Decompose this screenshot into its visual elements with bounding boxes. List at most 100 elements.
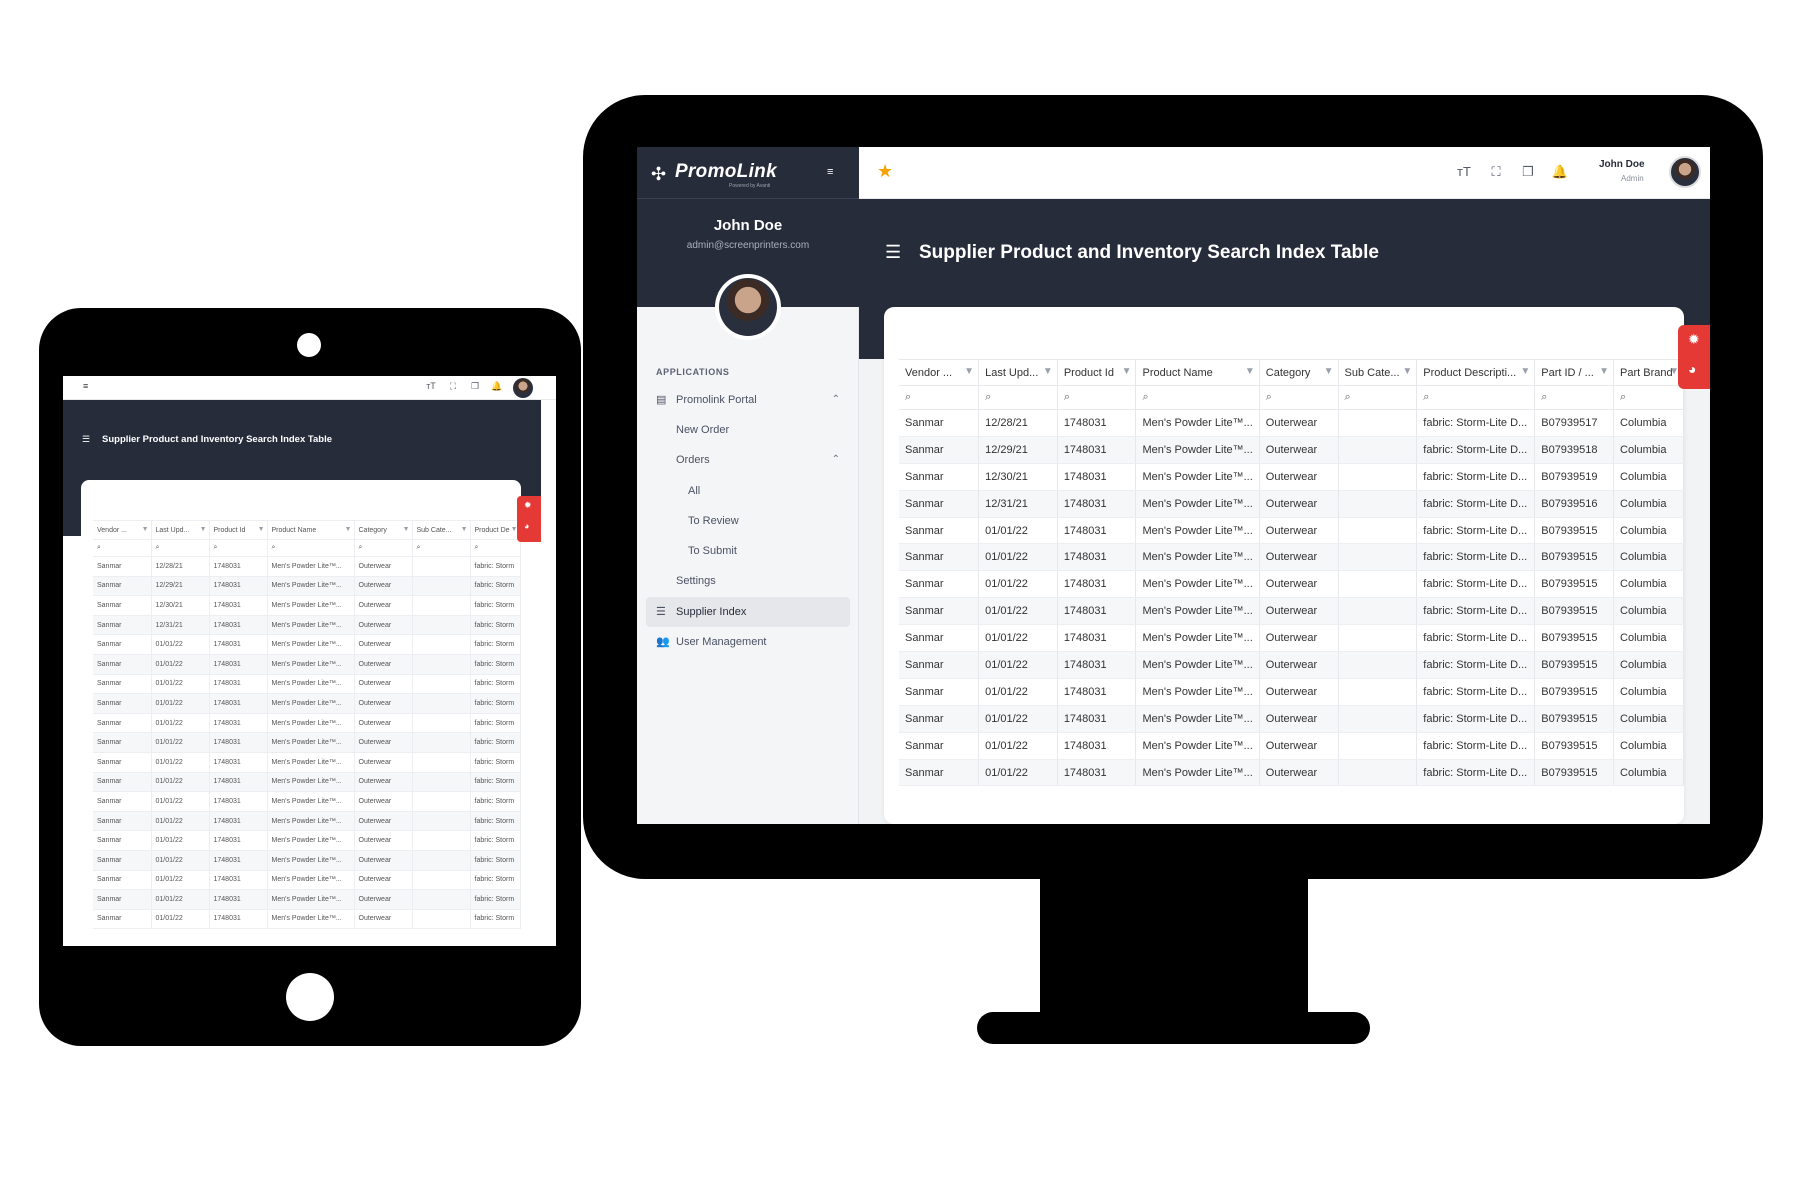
column-search-input[interactable]: ⌕ — [1259, 385, 1339, 410]
filter-icon[interactable]: ▼ — [1520, 366, 1530, 377]
column-header[interactable]: Category ▼ — [1259, 359, 1339, 386]
column-header[interactable]: Product Name ▼ — [267, 520, 355, 540]
column-header[interactable]: Sub Cate... ▼ — [412, 520, 471, 540]
table-row[interactable]: Sanmar 12/31/21 1748031 Men's Powder Lite™.… — [899, 490, 1684, 518]
filter-icon[interactable]: ▼ — [345, 526, 352, 533]
table-row[interactable]: Sanmar 01/01/22 1748031 Men's Powder Lite™.… — [899, 651, 1684, 679]
table-row[interactable]: Sanmar 01/01/22 1748031 Men's Powder Lite™.… — [93, 889, 521, 910]
table-row[interactable]: Sanmar 01/01/22 1748031 Men's Powder Lite™.… — [93, 791, 521, 812]
bookmarks-icon[interactable]: ❐ — [469, 381, 481, 392]
column-search-input[interactable]: ⌕ — [209, 539, 268, 557]
notifications-bell-icon[interactable]: 🔔 — [1551, 163, 1569, 181]
topbar-avatar[interactable] — [1669, 156, 1701, 188]
column-header[interactable]: Category ▼ — [354, 520, 413, 540]
table-row[interactable]: Sanmar 12/28/21 1748031 Men's Powder Lite™.… — [93, 556, 521, 577]
filter-icon[interactable]: ▼ — [258, 526, 265, 533]
sidebar-avatar[interactable] — [715, 274, 781, 340]
tablet-settings-side-tab[interactable]: ✹ ◕ — [517, 496, 541, 542]
sidebar-item-settings[interactable]: Settings — [646, 566, 850, 596]
table-row[interactable]: Sanmar 01/01/22 1748031 Men's Powder Lite™.… — [93, 654, 521, 675]
menu-icon[interactable]: ≡ — [83, 381, 88, 391]
table-row[interactable]: Sanmar 12/30/21 1748031 Men's Powder Lite™.… — [899, 463, 1684, 491]
filter-icon[interactable]: ▼ — [461, 526, 468, 533]
table-row[interactable]: Sanmar 01/01/22 1748031 Men's Powder Lite™.… — [93, 693, 521, 714]
table-row[interactable]: Sanmar 12/31/21 1748031 Men's Powder Lite™.… — [93, 615, 521, 636]
table-row[interactable]: Sanmar 01/01/22 1748031 Men's Powder Lite™.… — [93, 752, 521, 773]
column-header[interactable]: Product Id ▼ — [209, 520, 268, 540]
sidebar-item-promolink-portal[interactable]: ▤ Promolink Portal ⌃ — [646, 385, 850, 415]
table-row[interactable]: Sanmar 01/01/22 1748031 Men's Powder Lite™.… — [93, 634, 521, 655]
tablet-avatar[interactable] — [513, 378, 533, 398]
table-row[interactable]: Sanmar 12/29/21 1748031 Men's Powder Lite™.… — [899, 436, 1684, 464]
table-row[interactable]: Sanmar 01/01/22 1748031 Men's Powder Lite™.… — [899, 597, 1684, 626]
sidebar-item-to-review[interactable]: To Review — [646, 506, 850, 536]
column-search-input[interactable]: ⌕ — [978, 385, 1058, 410]
filter-icon[interactable]: ▼ — [1122, 366, 1132, 377]
column-search-input[interactable]: ⌕ — [1613, 385, 1684, 410]
notifications-bell-icon[interactable]: 🔔 — [491, 381, 503, 392]
column-search-input[interactable]: ⌕ — [412, 539, 471, 557]
table-row[interactable]: Sanmar 01/01/22 1748031 Men's Powder Lite™.… — [899, 570, 1684, 599]
filter-icon[interactable]: ▼ — [142, 526, 149, 533]
column-header[interactable]: Sub Cate... ▼ — [1338, 359, 1418, 386]
favorite-star-icon[interactable]: ★ — [877, 161, 893, 182]
table-row[interactable]: Sanmar 01/01/22 1748031 Men's Powder Lite™.… — [93, 850, 521, 871]
column-header[interactable]: Vendor ... ▼ — [93, 520, 152, 540]
filter-icon[interactable]: ▼ — [403, 526, 410, 533]
column-search-input[interactable]: ⌕ — [93, 539, 152, 557]
sidebar-item-supplier-index[interactable]: ☰ Supplier Index — [646, 597, 850, 627]
table-row[interactable]: Sanmar 01/01/22 1748031 Men's Powder Lite™.… — [899, 705, 1684, 733]
column-search-input[interactable]: ⌕ — [354, 539, 413, 557]
filter-icon[interactable]: ▼ — [1043, 366, 1053, 377]
table-row[interactable]: Sanmar 01/01/22 1748031 Men's Powder Lite™.… — [93, 732, 521, 753]
collapse-sidebar-icon[interactable]: ≡ — [827, 165, 843, 179]
font-size-icon[interactable]: ᴛT — [425, 381, 437, 391]
table-row[interactable]: Sanmar 01/01/22 1748031 Men's Powder Lite™.… — [93, 772, 521, 793]
column-search-input[interactable]: ⌕ — [1338, 385, 1418, 410]
column-header[interactable]: Part ID / ... ▼ — [1534, 359, 1615, 386]
font-size-icon[interactable]: ᴛT — [1455, 163, 1473, 181]
column-header[interactable]: Product Name ▼ — [1135, 359, 1260, 386]
column-search-input[interactable]: ⌕ — [267, 539, 355, 557]
table-row[interactable]: Sanmar 01/01/22 1748031 Men's Powder Lite™.… — [899, 543, 1684, 572]
column-search-input[interactable]: ⌕ — [1057, 385, 1137, 410]
fullscreen-icon[interactable]: ⛶ — [447, 381, 459, 392]
sidebar-item-orders[interactable]: Orders ⌃ — [646, 445, 850, 475]
fullscreen-icon[interactable]: ⛶ — [1487, 163, 1505, 181]
table-row[interactable]: Sanmar 01/01/22 1748031 Men's Powder Lite™.… — [93, 674, 521, 695]
settings-side-tab[interactable]: ✹ ◕ — [1678, 325, 1710, 389]
column-search-input[interactable]: ⌕ — [470, 539, 521, 557]
filter-icon[interactable]: ▼ — [1402, 366, 1412, 377]
column-header[interactable]: Product Id ▼ — [1057, 359, 1137, 386]
column-search-input[interactable]: ⌕ — [899, 385, 980, 410]
column-search-input[interactable]: ⌕ — [1416, 385, 1536, 410]
filter-icon[interactable]: ▼ — [1324, 366, 1334, 377]
palette-icon[interactable]: ◕ — [1688, 361, 1696, 377]
topbar-user-name[interactable]: John Doe — [1599, 159, 1645, 170]
gear-icon[interactable]: ✹ — [524, 500, 532, 511]
column-search-input[interactable]: ⌕ — [1135, 385, 1260, 410]
table-row[interactable]: Sanmar 01/01/22 1748031 Men's Powder Lite™.… — [93, 870, 521, 891]
column-header[interactable]: Last Upd... ▼ — [978, 359, 1058, 386]
table-row[interactable]: Sanmar 01/01/22 1748031 Men's Powder Lite™.… — [899, 759, 1684, 787]
column-header[interactable]: Product De ▼ — [470, 520, 521, 540]
sidebar-item-orders-all[interactable]: All — [646, 476, 850, 506]
table-row[interactable]: Sanmar 01/01/22 1748031 Men's Powder Lite™.… — [899, 624, 1684, 653]
column-header[interactable]: Part Brand ▼ — [1613, 359, 1684, 386]
palette-icon[interactable]: ◕ — [524, 521, 529, 531]
filter-icon[interactable]: ▼ — [964, 366, 974, 377]
gear-icon[interactable]: ✹ — [1688, 331, 1700, 348]
table-row[interactable]: Sanmar 01/01/22 1748031 Men's Powder Lite™.… — [899, 678, 1684, 706]
sidebar-item-user-management[interactable]: 👥 User Management — [646, 627, 850, 657]
column-header[interactable]: Product Descripti... ▼ — [1416, 359, 1536, 386]
table-row[interactable]: Sanmar 01/01/22 1748031 Men's Powder Lite™.… — [93, 713, 521, 734]
sidebar-item-to-submit[interactable]: To Submit — [646, 536, 850, 566]
table-row[interactable]: Sanmar 01/01/22 1748031 Men's Powder Lite™.… — [93, 811, 521, 832]
table-row[interactable]: Sanmar 01/01/22 1748031 Men's Powder Lite™.… — [93, 909, 521, 930]
table-row[interactable]: Sanmar 01/01/22 1748031 Men's Powder Lite™.… — [899, 517, 1684, 545]
filter-icon[interactable]: ▼ — [1599, 366, 1609, 377]
table-row[interactable]: Sanmar 12/30/21 1748031 Men's Powder Lite™.… — [93, 595, 521, 616]
table-row[interactable]: Sanmar 01/01/22 1748031 Men's Powder Lite™.… — [899, 732, 1684, 760]
filter-icon[interactable]: ▼ — [1245, 366, 1255, 377]
table-row[interactable]: Sanmar 12/29/21 1748031 Men's Powder Lite™.… — [93, 576, 521, 597]
